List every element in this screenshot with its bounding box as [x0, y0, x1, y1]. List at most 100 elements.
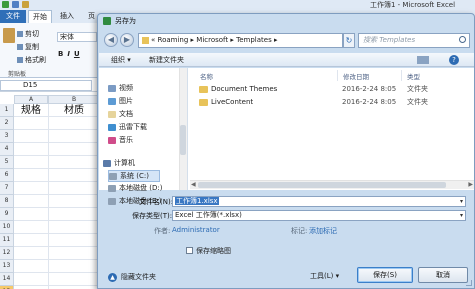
save-button[interactable]: 保存(S) [357, 267, 413, 283]
tools-menu[interactable]: 工具(L) ▾ [310, 271, 339, 281]
nav-item-music[interactable]: 音乐 [108, 135, 133, 145]
row-gridline [14, 207, 100, 208]
column-header-b[interactable]: B [48, 95, 100, 104]
nav-item-computer[interactable]: 计算机 [103, 158, 135, 168]
format-buttons: B I U [58, 50, 80, 58]
cancel-button[interactable]: 取消 [418, 267, 468, 283]
row-header[interactable]: 1 [0, 104, 14, 117]
forward-button[interactable]: ▶ [120, 33, 134, 47]
filename-input[interactable]: 工作簿1.xlsx ▾ [172, 196, 466, 207]
font-name-box[interactable]: 宋体 [57, 32, 97, 42]
scroll-left-icon[interactable]: ◀ [191, 181, 196, 189]
drive-icon [108, 184, 116, 192]
nav-item-thunder-downloads[interactable]: 迅雷下载 [108, 122, 147, 132]
format-painter-button[interactable]: 格式刷 [17, 55, 46, 65]
chevron-down-icon[interactable]: ▾ [460, 211, 463, 220]
row-header[interactable]: 5 [0, 156, 14, 169]
back-arrow-icon: ◀ [107, 35, 115, 44]
search-input[interactable]: 搜索 Templates [358, 33, 470, 48]
underline-button[interactable]: U [74, 50, 80, 58]
italic-button[interactable]: I [67, 50, 70, 58]
file-row[interactable]: LiveContent 2016-2-24 8:05 文件夹 [199, 97, 469, 108]
tags-label: 标记: [291, 227, 308, 235]
back-button[interactable]: ◀ [104, 33, 118, 47]
chevron-up-icon: ▲ [108, 272, 117, 282]
folder-icon [199, 86, 208, 93]
row-gridline [14, 155, 100, 156]
row-header[interactable]: 4 [0, 143, 14, 156]
nav-item-video[interactable]: 视频 [108, 83, 133, 93]
file-row[interactable]: Document Themes 2016-2-24 8:05 文件夹 [199, 84, 469, 95]
row-gridline [14, 285, 100, 286]
forward-arrow-icon: ▶ [123, 35, 131, 44]
row-header[interactable]: 13 [0, 260, 14, 273]
tags-value[interactable]: 添加标记 [309, 226, 337, 236]
breadcrumb-roaming[interactable]: Roaming [158, 36, 189, 44]
breadcrumb-microsoft[interactable]: Microsoft [196, 36, 228, 44]
excel-icon [103, 17, 111, 25]
breadcrumb-separator[interactable]: ▸ [230, 36, 234, 44]
view-options-icon[interactable] [417, 56, 429, 64]
tab-insert[interactable]: 插入 [56, 10, 78, 23]
scroll-right-icon[interactable]: ▶ [468, 181, 473, 189]
file-tab[interactable]: 文件 [0, 10, 26, 23]
filetype-select[interactable]: Excel 工作簿(*.xlsx) ▾ [172, 210, 466, 221]
horizontal-scrollbar-thumb[interactable] [198, 182, 446, 188]
column-modified-header[interactable]: 修改日期 [343, 71, 369, 81]
copy-button[interactable]: 复制 [17, 42, 39, 52]
row-header[interactable]: 8 [0, 195, 14, 208]
filename-label: 文件名(N): [139, 198, 174, 206]
new-folder-button[interactable]: 新建文件夹 [149, 53, 184, 67]
row-gridline [14, 194, 100, 195]
nav-scrollbar-thumb[interactable] [180, 125, 186, 155]
address-bar[interactable]: « Roaming ▸ Microsoft ▸ Templates ▸ ▼ [138, 33, 343, 48]
app-title: 工作簿1 - Microsoft Excel [370, 1, 456, 9]
browser-pane: 视频 图片 文档 迅雷下载 音乐 计算机 系统 (C:) 本地磁盘 (D:) 本… [99, 68, 474, 205]
row-header[interactable]: 7 [0, 182, 14, 195]
resize-grip-icon[interactable] [466, 280, 472, 286]
column-name-header[interactable]: 名称 [200, 71, 213, 81]
excel-app-icon [2, 1, 9, 8]
nav-item-label: 系统 (C:) [120, 172, 149, 180]
drive-icon [108, 197, 116, 205]
organize-menu[interactable]: 组织 ▾ [111, 53, 131, 67]
nav-item-drive-d[interactable]: 本地磁盘 (D:) [108, 183, 162, 193]
breadcrumb-overflow[interactable]: « [151, 36, 155, 44]
author-value[interactable]: Administrator [172, 226, 220, 234]
hide-folders-button[interactable]: ▲ 隐藏文件夹 [108, 272, 156, 282]
filename-value: 工作簿1.xlsx [175, 197, 219, 205]
paste-button[interactable] [2, 26, 16, 56]
column-divider [401, 70, 402, 81]
save-thumbnail-checkbox[interactable] [186, 247, 193, 254]
column-type-header[interactable]: 类型 [407, 71, 420, 81]
chevron-down-icon: ▾ [335, 272, 340, 280]
help-icon[interactable]: ? [449, 55, 459, 65]
cut-button[interactable]: 剪切 [17, 29, 39, 39]
nav-item-documents[interactable]: 文档 [108, 109, 133, 119]
nav-item-drive-c[interactable]: 系统 (C:) [108, 170, 160, 182]
row-header[interactable]: 2 [0, 117, 14, 130]
file-name: Document Themes [211, 85, 278, 93]
row-header[interactable]: 14 [0, 273, 14, 286]
row-header[interactable]: 3 [0, 130, 14, 143]
row-header[interactable]: 12 [0, 247, 14, 260]
undo-icon[interactable] [22, 1, 29, 8]
row-header[interactable]: 11 [0, 234, 14, 247]
row-header[interactable]: 6 [0, 169, 14, 182]
row-header[interactable]: 10 [0, 221, 14, 234]
bold-button[interactable]: B [58, 50, 63, 58]
column-divider [337, 70, 338, 81]
nav-item-pictures[interactable]: 图片 [108, 96, 133, 106]
download-icon [108, 123, 116, 131]
breadcrumb-separator[interactable]: ▸ [191, 36, 195, 44]
breadcrumb-templates[interactable]: Templates [236, 36, 272, 44]
save-icon[interactable] [12, 1, 19, 8]
row-header[interactable]: 9 [0, 208, 14, 221]
breadcrumb-separator[interactable]: ▸ [274, 36, 278, 44]
name-box[interactable]: D15 [0, 80, 92, 91]
tab-home[interactable]: 开始 [28, 10, 52, 23]
chevron-down-icon[interactable]: ▾ [460, 197, 463, 206]
refresh-button[interactable]: ↻ [343, 33, 355, 48]
horizontal-scrollbar[interactable]: ◀ ▶ [190, 180, 474, 189]
column-header-a[interactable]: A [14, 95, 48, 104]
